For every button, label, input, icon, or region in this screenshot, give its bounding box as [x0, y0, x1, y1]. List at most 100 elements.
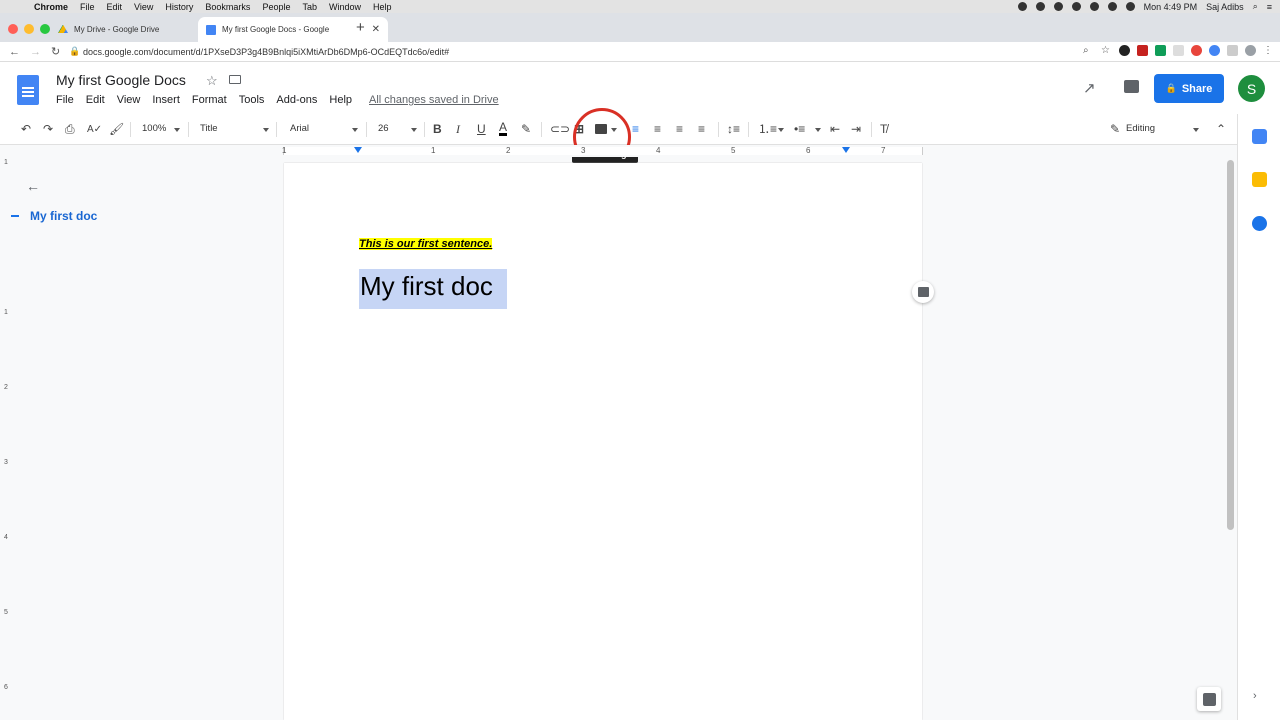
- new-tab-icon[interactable]: +: [356, 19, 365, 36]
- menubar-item-people[interactable]: People: [262, 2, 290, 12]
- activity-dashboard-icon[interactable]: ↗: [1083, 79, 1096, 97]
- line-spacing-icon[interactable]: ↕≡: [727, 122, 740, 136]
- menu-edit[interactable]: Edit: [86, 94, 105, 106]
- avatar[interactable]: S: [1238, 75, 1265, 102]
- document-title[interactable]: My first Google Docs: [56, 72, 186, 88]
- undo-icon[interactable]: ↶: [21, 122, 31, 136]
- extension-icon[interactable]: [1227, 45, 1238, 56]
- extension-icon[interactable]: [1119, 45, 1130, 56]
- menu-icon[interactable]: ≡: [1267, 2, 1272, 12]
- outline-item[interactable]: My first doc: [30, 209, 97, 223]
- url-input[interactable]: docs.google.com/document/d/1PXseD3P3g4B9…: [83, 47, 449, 57]
- chevron-down-icon[interactable]: [411, 128, 417, 132]
- menubar-item-window[interactable]: Window: [329, 2, 361, 12]
- print-icon[interactable]: ⎙: [65, 122, 75, 136]
- save-status[interactable]: All changes saved in Drive: [369, 94, 499, 106]
- keep-icon[interactable]: [1252, 172, 1267, 187]
- share-button[interactable]: 🔒 Share: [1154, 74, 1224, 103]
- document-page[interactable]: This is our first sentence. My first doc: [284, 163, 922, 720]
- close-tab-icon[interactable]: ✕: [372, 24, 380, 35]
- menu-addons[interactable]: Add-ons: [276, 94, 317, 106]
- menubar-item-tab[interactable]: Tab: [302, 2, 317, 12]
- bold-button[interactable]: B: [433, 122, 442, 136]
- left-indent-marker[interactable]: [354, 147, 362, 153]
- search-icon[interactable]: ⌕: [1083, 45, 1094, 56]
- extension-icon[interactable]: [1245, 45, 1256, 56]
- extension-icon[interactable]: [1191, 45, 1202, 56]
- right-indent-marker[interactable]: [842, 147, 850, 153]
- forward-icon[interactable]: →: [30, 46, 42, 58]
- volume-icon[interactable]: [1125, 2, 1135, 11]
- menubar-item-history[interactable]: History: [165, 2, 193, 12]
- paint-format-icon[interactable]: 🖌: [109, 122, 124, 136]
- wifi-icon[interactable]: [1107, 2, 1117, 11]
- align-right-icon[interactable]: ≡: [676, 122, 683, 136]
- menubar-item-file[interactable]: File: [80, 2, 95, 12]
- align-justify-icon[interactable]: ≡: [698, 122, 705, 136]
- text-color-button[interactable]: A: [499, 121, 508, 136]
- status-icon[interactable]: [1071, 2, 1081, 11]
- redo-icon[interactable]: ↷: [43, 122, 53, 136]
- menubar-item-edit[interactable]: Edit: [107, 2, 123, 12]
- decrease-indent-icon[interactable]: ⇤: [830, 122, 840, 136]
- menu-tools[interactable]: Tools: [239, 94, 265, 106]
- horizontal-ruler[interactable]: 1 1 2 3 4 5 6 7: [0, 145, 1237, 157]
- expand-panel-icon[interactable]: ›: [1253, 690, 1257, 702]
- scrollbar-thumb[interactable]: [1227, 160, 1234, 530]
- minimize-window-button[interactable]: [24, 24, 34, 34]
- tasks-icon[interactable]: [1252, 216, 1267, 231]
- menubar-item-chrome[interactable]: Chrome: [34, 2, 68, 12]
- extension-icon[interactable]: [1209, 45, 1220, 56]
- bulleted-list-icon[interactable]: •≡: [794, 122, 805, 136]
- back-icon[interactable]: ←: [9, 46, 21, 58]
- menubar-item-bookmarks[interactable]: Bookmarks: [205, 2, 250, 12]
- status-icon[interactable]: [1035, 2, 1045, 11]
- spotlight-icon[interactable]: ⌕: [1253, 1, 1258, 12]
- status-icon[interactable]: [1053, 2, 1063, 11]
- style-select[interactable]: Title: [200, 123, 218, 134]
- extension-icon[interactable]: [1155, 45, 1166, 56]
- star-icon[interactable]: ☆: [206, 73, 218, 89]
- lock-icon[interactable]: 🔒: [69, 46, 81, 57]
- collapse-menus-icon[interactable]: ⌃: [1216, 122, 1226, 136]
- move-folder-icon[interactable]: [229, 75, 241, 84]
- explore-button[interactable]: [1197, 687, 1221, 711]
- extension-icon[interactable]: [1137, 45, 1148, 56]
- chevron-down-icon[interactable]: [263, 128, 269, 132]
- italic-button[interactable]: I: [456, 122, 460, 136]
- comment-history-icon[interactable]: [1124, 80, 1139, 93]
- extension-icon[interactable]: [1173, 45, 1184, 56]
- pencil-icon[interactable]: ✎: [1110, 122, 1120, 136]
- bookmark-star-icon[interactable]: ☆: [1101, 45, 1112, 56]
- zoom-select[interactable]: 100%: [142, 123, 166, 134]
- close-outline-icon[interactable]: ←: [26, 178, 40, 194]
- status-icon[interactable]: [1017, 2, 1027, 11]
- numbered-list-icon[interactable]: ⒈≡: [758, 122, 777, 136]
- add-comment-button[interactable]: [912, 281, 934, 303]
- editing-mode-select[interactable]: Editing: [1126, 123, 1155, 134]
- align-left-icon[interactable]: ≡: [632, 122, 639, 136]
- menu-file[interactable]: File: [56, 94, 74, 106]
- reload-icon[interactable]: ↻: [51, 45, 63, 58]
- menu-format[interactable]: Format: [192, 94, 227, 106]
- font-select[interactable]: Arial: [290, 123, 309, 134]
- calendar-icon[interactable]: [1252, 129, 1267, 144]
- chevron-down-icon[interactable]: [778, 128, 784, 132]
- menu-view[interactable]: View: [117, 94, 141, 106]
- increase-indent-icon[interactable]: ⇥: [851, 122, 861, 136]
- title-heading[interactable]: My first doc: [359, 269, 507, 309]
- align-center-icon[interactable]: ≡: [654, 122, 661, 136]
- font-size-select[interactable]: 26: [378, 123, 389, 134]
- first-sentence[interactable]: This is our first sentence.: [359, 238, 493, 250]
- menu-insert[interactable]: Insert: [152, 94, 180, 106]
- underline-button[interactable]: U: [477, 122, 486, 136]
- menubar-item-view[interactable]: View: [134, 2, 153, 12]
- chevron-down-icon[interactable]: [815, 128, 821, 132]
- menubar-user[interactable]: Saj Adibs: [1206, 2, 1244, 12]
- chevron-down-icon[interactable]: [1193, 128, 1199, 132]
- close-window-button[interactable]: [8, 24, 18, 34]
- insert-link-icon[interactable]: ⊂⊃: [550, 122, 570, 136]
- more-vert-icon[interactable]: ⋮: [1263, 45, 1274, 56]
- menu-help[interactable]: Help: [329, 94, 352, 106]
- menubar-clock[interactable]: Mon 4:49 PM: [1144, 2, 1198, 12]
